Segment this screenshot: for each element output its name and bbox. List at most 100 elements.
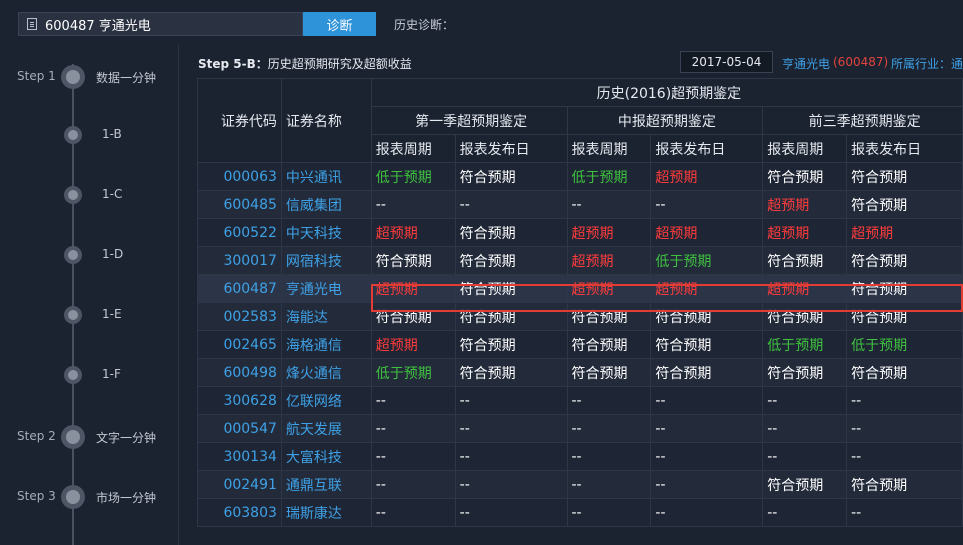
table-row[interactable]: 000063 中兴通讯 低于预期 符合预期 低于预期 超预期 符合预期 符合预期 bbox=[197, 162, 963, 191]
top-bar: 诊断 历史诊断： bbox=[0, 0, 963, 45]
expectation-cell: 符合预期 bbox=[650, 330, 764, 359]
step-node-1f[interactable]: 1-F bbox=[0, 360, 178, 390]
table-row[interactable]: 600522 中天科技 超预期 符合预期 超预期 超预期 超预期 超预期 bbox=[197, 218, 963, 247]
stock-name-cell[interactable]: 网宿科技 bbox=[280, 246, 372, 275]
substep-title[interactable]: 1-F bbox=[102, 367, 121, 381]
table-row[interactable]: 300017 网宿科技 符合预期 符合预期 超预期 低于预期 符合预期 符合预期 bbox=[197, 246, 963, 275]
table-row[interactable]: 603803 瑞斯康达 -- -- -- -- -- -- bbox=[197, 498, 963, 527]
expectation-cell: 符合预期 bbox=[566, 358, 652, 387]
table-row[interactable]: 300628 亿联网络 -- -- -- -- -- -- bbox=[197, 386, 963, 415]
stock-name-cell[interactable]: 烽火通信 bbox=[280, 358, 372, 387]
step-title[interactable]: 数据一分钟 bbox=[96, 69, 156, 86]
stock-code-cell[interactable]: 002583 bbox=[197, 302, 282, 331]
expectation-cell: 低于预期 bbox=[846, 330, 963, 359]
stock-code-cell[interactable]: 600522 bbox=[197, 218, 282, 247]
stock-code-cell[interactable]: 002465 bbox=[197, 330, 282, 359]
stock-name-cell[interactable]: 海格通信 bbox=[280, 330, 372, 359]
step-node-1e[interactable]: 1-E bbox=[0, 300, 178, 330]
stock-name-cell[interactable]: 大富科技 bbox=[280, 442, 372, 471]
expectation-cell: -- bbox=[566, 190, 652, 219]
step-node-3[interactable]: Step 3 市场一分钟 bbox=[0, 482, 178, 512]
step-label: Step 1 bbox=[17, 69, 56, 83]
substep-circle-icon[interactable] bbox=[64, 366, 82, 384]
substep-circle-icon[interactable] bbox=[64, 186, 82, 204]
table-row[interactable]: 600485 信威集团 -- -- -- -- 超预期 符合预期 bbox=[197, 190, 963, 219]
expectation-cell: 低于预期 bbox=[566, 162, 652, 191]
stock-name-link[interactable]: 亨通光电 bbox=[782, 55, 830, 72]
stock-search-input[interactable] bbox=[45, 16, 285, 32]
step-node-2[interactable]: Step 2 文字一分钟 bbox=[0, 422, 178, 452]
table-row[interactable]: 002583 海能达 符合预期 符合预期 符合预期 符合预期 符合预期 符合预期 bbox=[197, 302, 963, 331]
table-row[interactable]: 000547 航天发展 -- -- -- -- -- -- bbox=[197, 414, 963, 443]
date-selector[interactable]: 2017-05-04 bbox=[680, 51, 773, 73]
step-node-1[interactable]: Step 1 数据一分钟 bbox=[0, 62, 178, 92]
expectation-cell: 符合预期 bbox=[566, 330, 652, 359]
step-circle-icon[interactable] bbox=[61, 425, 85, 449]
substep-title[interactable]: 1-D bbox=[102, 247, 123, 261]
step-circle-icon[interactable] bbox=[61, 65, 85, 89]
group-header-q1: 第一季超预期鉴定 bbox=[370, 106, 568, 135]
stock-name-cell[interactable]: 航天发展 bbox=[280, 414, 372, 443]
stock-name-cell[interactable]: 中天科技 bbox=[280, 218, 372, 247]
stock-code-cell[interactable]: 600498 bbox=[197, 358, 282, 387]
step-node-1d[interactable]: 1-D bbox=[0, 240, 178, 270]
stock-name-cell[interactable]: 亨通光电 bbox=[280, 274, 372, 303]
table-row[interactable]: 600487 亨通光电 超预期 符合预期 超预期 超预期 超预期 符合预期 bbox=[197, 274, 963, 303]
table-row[interactable]: 600498 烽火通信 低于预期 符合预期 符合预期 符合预期 符合预期 符合预期 bbox=[197, 358, 963, 387]
stock-name-cell[interactable]: 瑞斯康达 bbox=[280, 498, 372, 527]
substep-title[interactable]: 1-C bbox=[102, 187, 122, 201]
industry-info[interactable]: 所属行业：通 bbox=[891, 55, 963, 72]
substep-circle-icon[interactable] bbox=[64, 306, 82, 324]
stock-name-cell[interactable]: 海能达 bbox=[280, 302, 372, 331]
table-row[interactable]: 300134 大富科技 -- -- -- -- -- -- bbox=[197, 442, 963, 471]
expectation-cell: -- bbox=[566, 386, 652, 415]
stock-code-cell[interactable]: 300134 bbox=[197, 442, 282, 471]
substep-title[interactable]: 1-B bbox=[102, 127, 122, 141]
step-title[interactable]: 市场一分钟 bbox=[96, 489, 156, 506]
stock-code-cell[interactable]: 000547 bbox=[197, 414, 282, 443]
stock-code-cell[interactable]: 603803 bbox=[197, 498, 282, 527]
expectation-cell: 符合预期 bbox=[846, 190, 963, 219]
diagnose-button[interactable]: 诊断 bbox=[303, 12, 376, 36]
step-node-1c[interactable]: 1-C bbox=[0, 180, 178, 210]
stock-code-cell[interactable]: 002491 bbox=[197, 470, 282, 499]
step-circle-icon[interactable] bbox=[61, 485, 85, 509]
stock-code-cell[interactable]: 300628 bbox=[197, 386, 282, 415]
expectation-cell: -- bbox=[454, 498, 568, 527]
industry-value[interactable]: 通 bbox=[951, 57, 963, 71]
expectation-cell: 符合预期 bbox=[762, 162, 848, 191]
stock-name-cell[interactable]: 亿联网络 bbox=[280, 386, 372, 415]
stock-name-cell[interactable]: 通鼎互联 bbox=[280, 470, 372, 499]
expectation-cell: -- bbox=[762, 414, 848, 443]
stock-name-cell[interactable]: 信威集团 bbox=[280, 190, 372, 219]
table-row[interactable]: 002465 海格通信 超预期 符合预期 符合预期 符合预期 低于预期 低于预期 bbox=[197, 330, 963, 359]
substep-circle-icon[interactable] bbox=[64, 246, 82, 264]
document-icon bbox=[27, 18, 37, 30]
expectation-cell: -- bbox=[650, 190, 764, 219]
expectation-cell: 符合预期 bbox=[454, 358, 568, 387]
expectation-cell: 符合预期 bbox=[454, 274, 568, 303]
stock-code-cell[interactable]: 600487 bbox=[197, 274, 282, 303]
expectation-cell: 符合预期 bbox=[370, 246, 456, 275]
stock-search-box[interactable] bbox=[18, 12, 303, 36]
substep-circle-icon[interactable] bbox=[64, 126, 82, 144]
table-row[interactable]: 002491 通鼎互联 -- -- -- -- 符合预期 符合预期 bbox=[197, 470, 963, 499]
expectation-cell: 超预期 bbox=[370, 274, 456, 303]
stock-code-cell[interactable]: 000063 bbox=[197, 162, 282, 191]
stock-code-cell[interactable]: 300017 bbox=[197, 246, 282, 275]
expectation-cell: -- bbox=[454, 190, 568, 219]
step-title[interactable]: 文字一分钟 bbox=[96, 429, 156, 446]
stock-name-cell[interactable]: 中兴通讯 bbox=[280, 162, 372, 191]
expectation-cell: 超预期 bbox=[566, 246, 652, 275]
subcol-header: 报表发布日 bbox=[454, 134, 568, 163]
step-node-1b[interactable]: 1-B bbox=[0, 120, 178, 150]
expectation-cell: 符合预期 bbox=[846, 302, 963, 331]
subcol-header: 报表周期 bbox=[566, 134, 652, 163]
expectation-cell: 符合预期 bbox=[650, 358, 764, 387]
expectation-cell: -- bbox=[650, 442, 764, 471]
substep-title[interactable]: 1-E bbox=[102, 307, 122, 321]
expectation-cell: -- bbox=[846, 442, 963, 471]
stock-code-cell[interactable]: 600485 bbox=[197, 190, 282, 219]
expectation-cell: 符合预期 bbox=[454, 218, 568, 247]
expectation-cell: 符合预期 bbox=[370, 302, 456, 331]
